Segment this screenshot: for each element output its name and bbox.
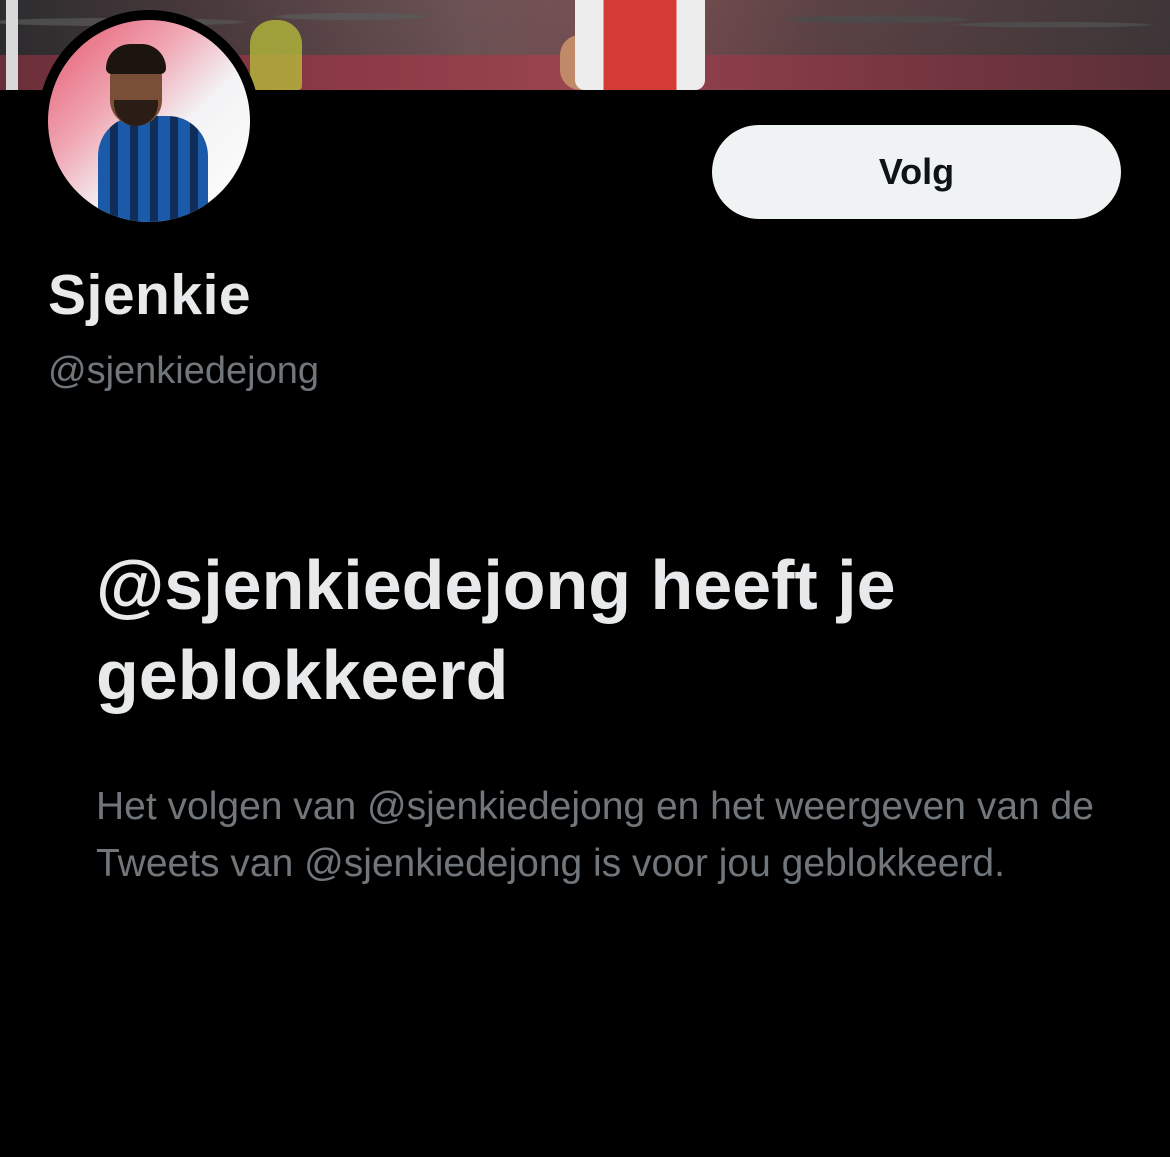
avatar-photo xyxy=(48,20,250,222)
profile-handle: @sjenkiedejong xyxy=(48,350,319,392)
blocked-title: @sjenkiedejong heeft je geblokkeerd xyxy=(96,546,896,714)
avatar-jersey xyxy=(98,116,208,222)
follow-button[interactable]: Volg xyxy=(712,125,1121,219)
banner-player-shirt xyxy=(575,0,705,90)
profile-avatar[interactable] xyxy=(38,10,260,232)
profile-display-name: Sjenkie xyxy=(48,263,252,327)
banner-steward xyxy=(250,20,302,90)
blocked-description: Het volgen van @sjenkiedejong en het wee… xyxy=(96,785,1094,885)
avatar-hair xyxy=(106,44,166,74)
banner-goalpost xyxy=(6,0,18,90)
